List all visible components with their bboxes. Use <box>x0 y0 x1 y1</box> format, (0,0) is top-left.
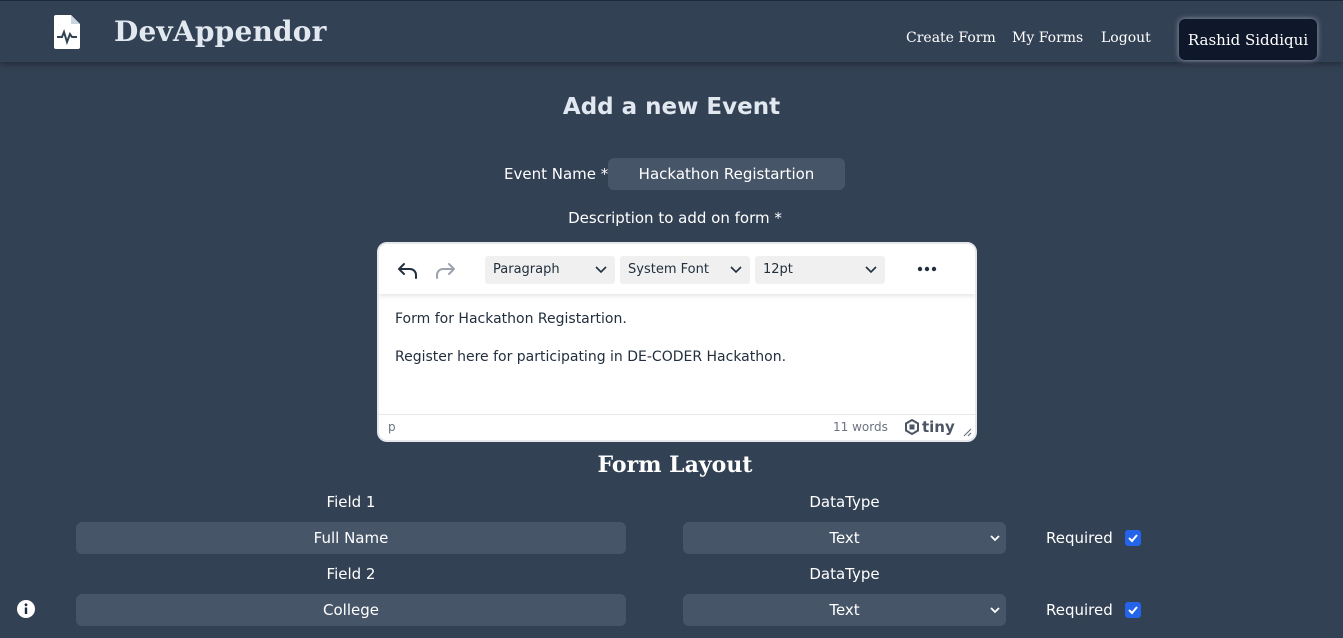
datatype-label: DataType <box>809 493 880 511</box>
form-layout-title: Form Layout <box>597 452 753 478</box>
editor-statusbar: p 11 words tiny <box>379 414 975 440</box>
datatype-select[interactable]: Text <box>683 522 1006 554</box>
resize-handle-icon[interactable] <box>963 428 972 437</box>
more-horizontal-icon[interactable] <box>916 258 938 280</box>
editor-paragraph[interactable]: Form for Hackathon Registartion. <box>395 310 955 328</box>
required-checkbox[interactable] <box>1125 530 1141 546</box>
chevron-down-icon <box>595 266 607 274</box>
nav-my-forms[interactable]: My Forms <box>1012 30 1083 46</box>
top-navbar: DevAppendor Create Form My Forms Logout … <box>0 0 1343 62</box>
tiny-brand-icon <box>905 419 919 435</box>
required-label: Required <box>1046 601 1113 619</box>
brand-name[interactable]: DevAppendor <box>114 15 327 48</box>
description-label: Description to add on form * <box>568 209 782 227</box>
nav-logout[interactable]: Logout <box>1101 30 1151 46</box>
datatype-label: DataType <box>809 565 880 583</box>
event-name-input[interactable] <box>608 158 845 190</box>
font-size-value: 12pt <box>763 262 793 277</box>
font-family-select[interactable]: System Font <box>620 256 750 284</box>
datatype-value: Text <box>829 601 860 619</box>
description-editor: Paragraph System Font 12pt Form for Hack… <box>377 242 977 442</box>
element-path[interactable]: p <box>388 420 396 434</box>
editor-paragraph[interactable]: Register here for participating in DE-CO… <box>395 348 955 366</box>
tiny-brand-text: tiny <box>922 418 955 436</box>
event-name-label: Event Name * <box>504 165 609 183</box>
field-label: Field 1 <box>326 493 376 511</box>
undo-icon[interactable] <box>396 258 420 282</box>
font-size-select[interactable]: 12pt <box>755 256 885 284</box>
required-checkbox[interactable] <box>1125 602 1141 618</box>
tiny-logo[interactable]: tiny <box>904 417 955 437</box>
file-waveform-icon[interactable] <box>54 15 80 49</box>
info-icon[interactable] <box>16 599 36 619</box>
editor-content-area[interactable]: Form for Hackathon Registartion. Registe… <box>395 310 955 386</box>
block-format-value: Paragraph <box>493 262 560 277</box>
field-label: Field 2 <box>326 565 376 583</box>
chevron-down-icon <box>990 535 1000 542</box>
editor-toolbar: Paragraph System Font 12pt <box>379 244 975 294</box>
page-title: Add a new Event <box>562 94 781 120</box>
datatype-value: Text <box>829 529 860 547</box>
redo-icon[interactable] <box>433 258 457 282</box>
word-count[interactable]: 11 words <box>833 420 888 434</box>
chevron-down-icon <box>730 266 742 274</box>
required-label: Required <box>1046 529 1113 547</box>
chevron-down-icon <box>865 266 877 274</box>
chevron-down-icon <box>990 607 1000 614</box>
font-family-value: System Font <box>628 262 709 277</box>
check-icon <box>1128 606 1138 615</box>
datatype-select[interactable]: Text <box>683 594 1006 626</box>
user-profile-button[interactable]: Rashid Siddiqui <box>1179 19 1317 60</box>
nav-create-form[interactable]: Create Form <box>906 30 996 46</box>
field-name-input[interactable] <box>76 594 626 626</box>
field-name-input[interactable] <box>76 522 626 554</box>
check-icon <box>1128 534 1138 543</box>
block-format-select[interactable]: Paragraph <box>485 256 615 284</box>
